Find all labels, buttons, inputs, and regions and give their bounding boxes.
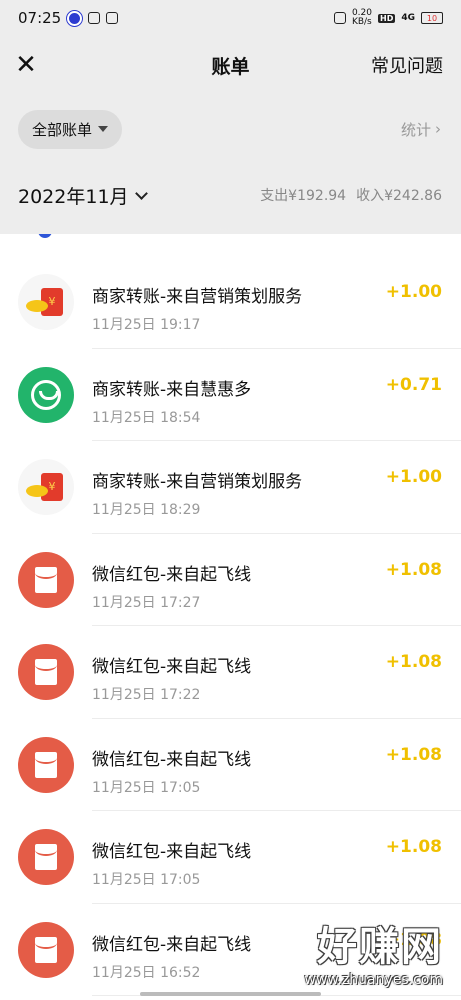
month-summary: 支出¥192.94 收入¥242.86 — [260, 185, 442, 205]
envelope-shape — [35, 936, 57, 963]
stats-label: 统计 — [400, 120, 431, 139]
transaction-name: 商家转账-来自营销策划服务 — [92, 472, 303, 492]
transaction-row[interactable]: 微信红包-来自起飞线 11月25日 17:22 +1.08 — [0, 626, 461, 719]
transaction-row[interactable]: 微信红包-来自起飞线 11月25日 17:05 +1.08 — [0, 719, 461, 811]
transaction-name: 商家转账-来自营销策划服务 — [92, 287, 303, 307]
vibrate-icon — [333, 12, 346, 24]
transaction-time: 11月25日 17:05 — [92, 779, 201, 796]
logo-shape — [31, 379, 61, 410]
transaction-row[interactable]: 微信红包-来自起飞线 11月25日 17:27 +1.08 — [0, 534, 461, 626]
battery-level: 10 — [426, 13, 438, 23]
transaction-amount: +1.08 — [385, 559, 442, 580]
caret-down-icon — [98, 126, 109, 132]
envelope-shape — [35, 751, 57, 778]
transaction-row[interactable]: ¥ 商家转账-来自营销策划服务 11月25日 18:29 +1.00 — [0, 441, 461, 534]
red-envelope-icon — [18, 921, 74, 978]
month-label: 2022年11月 — [18, 185, 129, 208]
coin-shape — [26, 485, 48, 497]
transaction-amount: +0.71 — [385, 374, 442, 395]
transaction-name: 商家转账-来自慧惠多 — [92, 379, 252, 400]
stats-button[interactable]: 统计 › — [401, 119, 441, 140]
app-notification-icon — [88, 12, 101, 24]
transaction-amount: +1.08 — [385, 652, 442, 672]
transaction-time: 11月25日 16:52 — [92, 964, 201, 981]
status-time: 07:25 — [18, 9, 62, 27]
transaction-name: 微信红包-来自起飞线 — [92, 657, 252, 677]
chevron-right-icon: › — [435, 120, 441, 138]
huihuiduo-logo-icon — [18, 366, 74, 423]
transaction-time: 11月25日 19:17 — [92, 317, 201, 333]
transaction-amount: +1.08 — [385, 744, 442, 765]
chevron-down-icon — [134, 186, 148, 200]
notification-dot-icon — [67, 10, 83, 26]
month-selector[interactable]: 2022年11月 — [18, 182, 148, 209]
list-item-partial — [0, 234, 461, 256]
network-speed: 0.20 KB/s — [351, 8, 372, 27]
red-envelope-icon — [18, 644, 74, 700]
envelope-shape — [35, 844, 57, 870]
transaction-amount: +1.00 — [385, 467, 442, 487]
transaction-name: 微信红包-来自起飞线 — [92, 934, 252, 955]
transaction-name: 微信红包-来自起飞线 — [92, 749, 252, 770]
red-packet-coins-icon: ¥ — [18, 274, 74, 330]
envelope-shape — [35, 659, 57, 685]
transaction-amount: +1.08 — [385, 929, 442, 950]
month-bar: 2022年11月 支出¥192.94 收入¥242.86 — [0, 164, 461, 226]
all-bills-label: 全部账单 — [32, 120, 93, 139]
red-packet-coins-icon: ¥ — [18, 459, 74, 515]
partial-avatar-icon — [38, 234, 52, 238]
expense-total: 支出¥192.94 — [260, 188, 347, 204]
hd-badge: HD — [378, 13, 396, 23]
battery-icon: 10 — [421, 12, 443, 24]
close-icon[interactable]: ✕ — [12, 50, 40, 80]
status-bar: 07:25 0.20 KB/s HD 4G 10 — [0, 0, 461, 36]
transaction-time: 11月25日 17:22 — [92, 687, 201, 703]
transaction-name: 微信红包-来自起飞线 — [92, 564, 252, 585]
faq-button[interactable]: 常见问题 — [371, 52, 443, 78]
coin-shape — [26, 300, 48, 312]
income-total: 收入¥242.86 — [356, 188, 442, 204]
filter-bar: 全部账单 统计 › — [0, 94, 461, 164]
transaction-row[interactable]: 微信红包-来自起飞线 11月25日 16:52 +1.08 — [0, 904, 461, 996]
transaction-row[interactable]: 微信红包-来自起飞线 11月25日 17:05 +1.08 — [0, 811, 461, 904]
app-notification-icon-2 — [106, 12, 119, 24]
transaction-list[interactable]: ¥ 商家转账-来自营销策划服务 11月25日 19:17 +1.00 商家转账-来自慧惠… — [0, 234, 461, 1000]
transaction-time: 11月25日 18:54 — [92, 409, 201, 426]
red-envelope-icon — [18, 551, 74, 608]
transaction-row[interactable]: 商家转账-来自慧惠多 11月25日 18:54 +0.71 — [0, 349, 461, 441]
transaction-name: 微信红包-来自起飞线 — [92, 842, 252, 862]
transaction-row[interactable]: ¥ 商家转账-来自营销策划服务 11月25日 19:17 +1.00 — [0, 256, 461, 349]
transaction-amount: +1.08 — [385, 837, 442, 857]
red-envelope-icon — [18, 829, 74, 885]
transaction-time: 11月25日 17:05 — [92, 872, 201, 888]
transaction-amount: +1.00 — [385, 282, 442, 302]
all-bills-dropdown[interactable]: 全部账单 — [18, 109, 123, 149]
top-bar: ✕ 账单 常见问题 — [0, 36, 461, 94]
transaction-time: 11月25日 18:29 — [92, 502, 201, 518]
envelope-shape — [35, 566, 57, 593]
network-type: 4G — [401, 13, 415, 23]
red-envelope-icon — [18, 736, 74, 793]
home-indicator[interactable] — [140, 992, 321, 996]
transaction-time: 11月25日 17:27 — [92, 594, 201, 611]
